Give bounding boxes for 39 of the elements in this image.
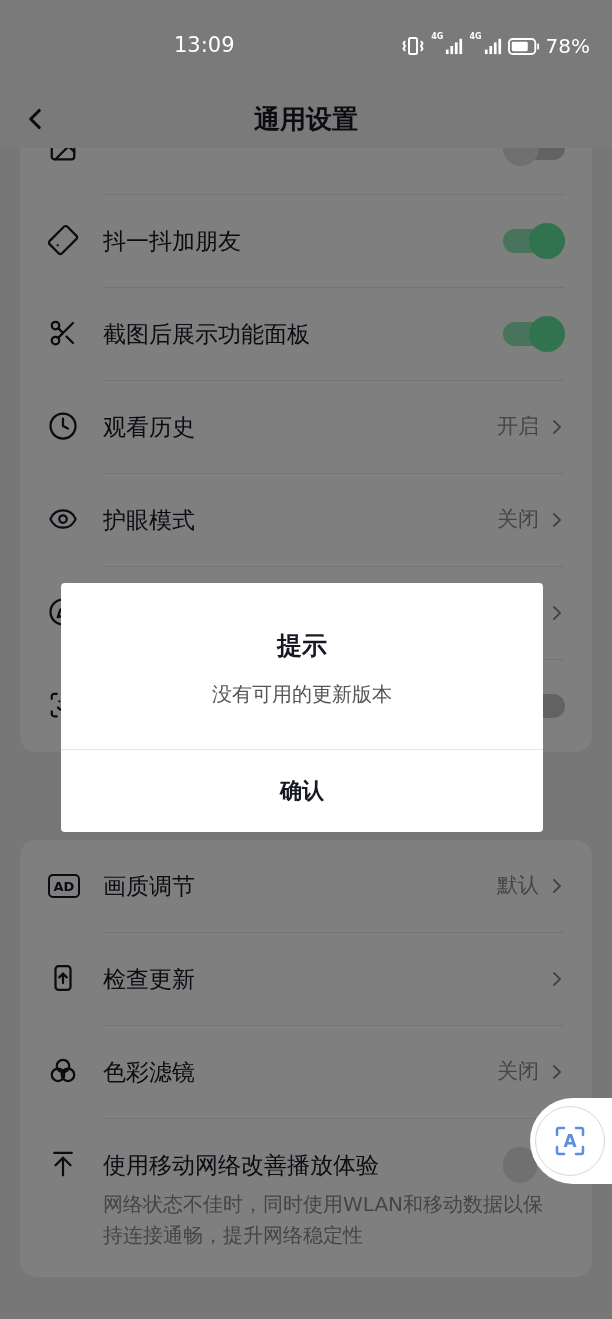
page-title: 通用设置 xyxy=(254,102,358,136)
scan-frame-icon xyxy=(555,1126,585,1156)
battery-level: 78% xyxy=(545,33,590,60)
row-label: 抖一抖加朋友 xyxy=(103,227,241,254)
row-description: 网络状态不佳时，同时使用WLAN和移动数据以保持连接通畅，提升网络稳定性 xyxy=(103,1191,545,1249)
toggle-switch[interactable] xyxy=(503,1147,537,1183)
settings-row[interactable]: 截图后展示功能面板 xyxy=(20,287,592,380)
signal-icon xyxy=(445,36,464,56)
settings-row[interactable]: 护眼模式 关闭 xyxy=(20,473,592,566)
row-label: 截图后展示功能面板 xyxy=(103,320,310,347)
row-label: 观看历史 xyxy=(103,413,195,440)
row-label: 画质调节 xyxy=(103,872,195,899)
row-value: 关闭 xyxy=(497,1058,539,1086)
vibrate-icon xyxy=(401,34,426,58)
row-value: 关闭 xyxy=(497,506,539,534)
ad-icon: AD xyxy=(48,874,80,898)
row-label: 检查更新 xyxy=(103,965,195,992)
row-value: 开启 xyxy=(497,413,539,441)
translate-letter: A xyxy=(563,1132,577,1150)
network-label: 4G xyxy=(469,33,482,41)
battery-icon xyxy=(507,36,540,56)
settings-row[interactable]: 抖一抖加朋友 xyxy=(20,194,592,287)
scan-frame-icon xyxy=(48,690,61,720)
row-value: 默认 xyxy=(497,872,539,900)
dialog-title: 提示 xyxy=(277,630,327,662)
row-label: 使用移动网络改善播放体验 xyxy=(103,1151,379,1178)
status-time: 13:09 xyxy=(174,32,235,60)
toggle-switch[interactable] xyxy=(503,316,565,352)
signal-icon xyxy=(483,36,502,56)
settings-row[interactable]: 观看历史 开启 xyxy=(20,380,592,473)
settings-row[interactable]: AD 画质调节 默认 xyxy=(20,840,592,932)
confirm-button[interactable]: 确认 xyxy=(61,748,543,832)
toggle-switch[interactable] xyxy=(503,223,565,259)
row-label: 色彩滤镜 xyxy=(103,1058,195,1085)
dialog-message: 没有可用的更新版本 xyxy=(212,680,392,708)
settings-row[interactable]: 检查更新 xyxy=(20,932,592,1025)
clock-icon xyxy=(48,411,78,441)
row-label: 护眼模式 xyxy=(103,506,195,533)
network-label: 4G xyxy=(431,33,444,41)
